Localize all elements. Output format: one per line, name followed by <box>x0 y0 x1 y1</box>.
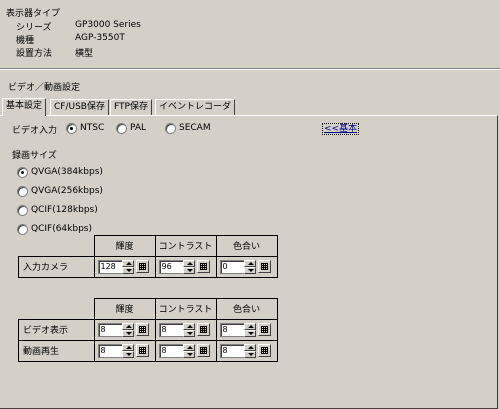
spin-down-icon[interactable] <box>121 266 134 274</box>
keypad-icon[interactable] <box>196 322 210 336</box>
series-value: GP3000 Series <box>75 20 141 30</box>
display-type-title: 表示器タイプ <box>6 9 61 19</box>
spin-up-icon[interactable] <box>121 259 134 267</box>
table-row: ビデオ表示 8 8 8 <box>18 318 278 341</box>
spin-down-icon[interactable] <box>121 329 134 337</box>
video-input-label: ビデオ入力 <box>12 126 58 136</box>
header-contrast: コントラスト <box>154 235 217 257</box>
hue-input[interactable]: 0 <box>219 259 245 274</box>
section-title: ビデオ／動画設定 <box>8 83 81 93</box>
recording-size-label: 録画サイズ <box>12 151 57 161</box>
spin-up-icon[interactable] <box>243 322 256 330</box>
spin-down-icon[interactable] <box>182 350 195 358</box>
display-settings-table: 輝度 コントラスト 色合い ビデオ表示 8 8 8 動画再生 8 8 8 <box>18 298 278 362</box>
keypad-icon[interactable] <box>196 259 210 273</box>
row-label: 動画再生 <box>18 339 95 362</box>
hue-input[interactable]: 8 <box>219 343 245 358</box>
radio-qvga-256-label: QVGA(256kbps) <box>31 186 103 196</box>
hue-stepper[interactable]: 8 <box>219 343 274 358</box>
keypad-icon[interactable] <box>257 322 271 336</box>
header-hue: 色合い <box>215 235 278 257</box>
contrast-input[interactable]: 96 <box>158 259 184 274</box>
keypad-icon[interactable] <box>135 259 149 273</box>
tab-bar: 基本設定 CF/USB保存 FTP保存 イベントレコーダ <box>0 98 500 116</box>
contrast-stepper[interactable]: 96 <box>158 259 213 274</box>
spin-down-icon[interactable] <box>182 329 195 337</box>
spin-up-icon[interactable] <box>243 259 256 267</box>
spin-up-icon[interactable] <box>182 259 195 267</box>
radio-qcif-128-label: QCIF(128kbps) <box>31 205 98 215</box>
hue-input[interactable]: 8 <box>219 322 245 337</box>
radio-pal[interactable] <box>116 123 127 134</box>
spin-up-icon[interactable] <box>121 322 134 330</box>
header-brightness: 輝度 <box>93 298 156 320</box>
contrast-stepper[interactable]: 8 <box>158 322 213 337</box>
radio-ntsc[interactable] <box>66 123 77 134</box>
tab-basic[interactable]: 基本設定 <box>2 98 47 116</box>
keypad-icon[interactable] <box>135 343 149 357</box>
model-label: 機種 <box>16 36 35 46</box>
table-row: 動画再生 8 8 8 <box>18 339 278 362</box>
brightness-input[interactable]: 8 <box>97 343 123 358</box>
spin-up-icon[interactable] <box>182 343 195 351</box>
spin-down-icon[interactable] <box>243 266 256 274</box>
radio-qcif-64[interactable] <box>17 224 28 235</box>
keypad-icon[interactable] <box>257 259 271 273</box>
orientation-value: 横型 <box>75 49 94 59</box>
brightness-stepper[interactable]: 128 <box>97 259 152 274</box>
radio-secam-label: SECAM <box>179 123 211 133</box>
radio-secam[interactable] <box>165 123 176 134</box>
hue-stepper[interactable]: 8 <box>219 322 274 337</box>
model-value: AGP-3550T <box>75 33 125 43</box>
radio-qvga-256[interactable] <box>17 186 28 197</box>
hue-stepper[interactable]: 0 <box>219 259 274 274</box>
brightness-input[interactable]: 8 <box>97 322 123 337</box>
divider <box>0 68 500 70</box>
contrast-stepper[interactable]: 8 <box>158 343 213 358</box>
basic-link[interactable]: <<基本 <box>322 123 360 135</box>
spin-up-icon[interactable] <box>182 322 195 330</box>
radio-qvga-384[interactable] <box>17 167 28 178</box>
keypad-icon[interactable] <box>135 322 149 336</box>
radio-qcif-128[interactable] <box>17 205 28 216</box>
tab-cf-usb[interactable]: CF/USB保存 <box>50 99 109 115</box>
radio-pal-label: PAL <box>130 123 147 133</box>
tab-event-recorder[interactable]: イベントレコーダ <box>155 99 236 115</box>
row-label: ビデオ表示 <box>18 318 95 341</box>
contrast-input[interactable]: 8 <box>158 343 184 358</box>
display-type-panel: 表示器タイプ シリーズ GP3000 Series 機種 AGP-3550T 設… <box>0 0 500 68</box>
spin-down-icon[interactable] <box>121 350 134 358</box>
header-brightness: 輝度 <box>93 235 156 257</box>
spin-down-icon[interactable] <box>182 266 195 274</box>
series-label: シリーズ <box>16 23 52 33</box>
contrast-input[interactable]: 8 <box>158 322 184 337</box>
spin-up-icon[interactable] <box>121 343 134 351</box>
spin-down-icon[interactable] <box>243 329 256 337</box>
camera-settings-table: 輝度 コントラスト 色合い 入力カメラ 128 96 0 <box>18 235 278 278</box>
table-row: 入力カメラ 128 96 0 <box>18 255 278 278</box>
brightness-stepper[interactable]: 8 <box>97 322 152 337</box>
spin-up-icon[interactable] <box>243 343 256 351</box>
radio-qcif-64-label: QCIF(64kbps) <box>31 224 93 234</box>
radio-qvga-384-label: QVGA(384kbps) <box>31 167 103 177</box>
orientation-label: 設置方法 <box>16 49 53 59</box>
header-hue: 色合い <box>215 298 278 320</box>
row-label: 入力カメラ <box>18 255 95 278</box>
keypad-icon[interactable] <box>196 343 210 357</box>
brightness-stepper[interactable]: 8 <box>97 343 152 358</box>
header-contrast: コントラスト <box>154 298 217 320</box>
keypad-icon[interactable] <box>257 343 271 357</box>
tab-ftp[interactable]: FTP保存 <box>110 99 152 115</box>
radio-ntsc-label: NTSC <box>80 123 105 133</box>
brightness-input[interactable]: 128 <box>97 259 123 274</box>
spin-down-icon[interactable] <box>243 350 256 358</box>
